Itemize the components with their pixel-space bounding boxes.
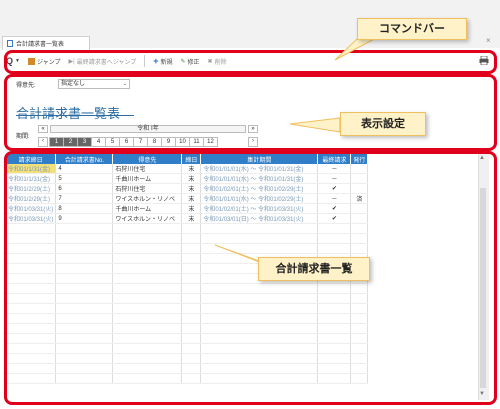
callout-pointers	[214, 37, 377, 269]
callout-command-bar: コマンドバー	[357, 18, 467, 40]
callout-list: 合計請求書一覧	[258, 257, 370, 281]
callout-display-settings: 表示設定	[340, 112, 426, 136]
